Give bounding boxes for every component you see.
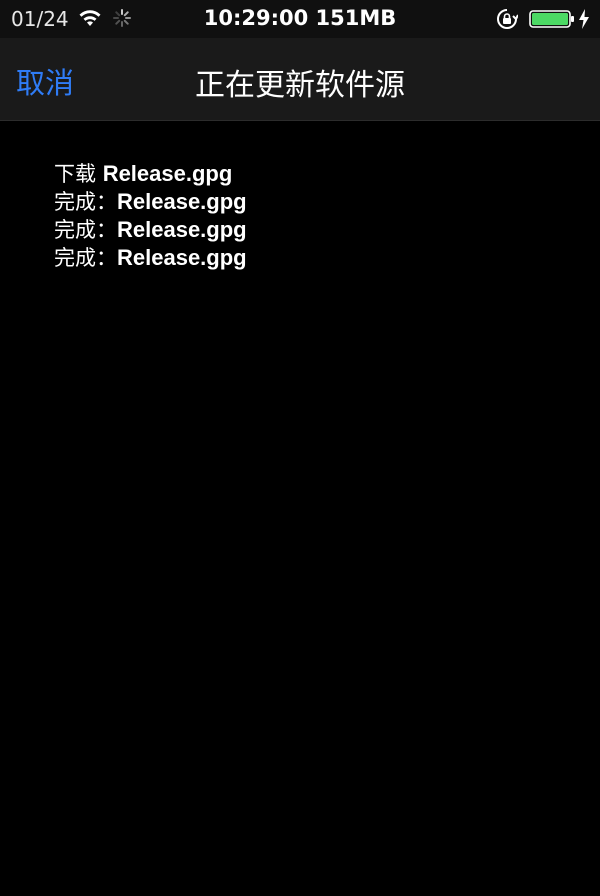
log-status: 完成： <box>54 218 117 242</box>
log-status: 下载 <box>54 162 103 186</box>
status-bar: 01/24 10:29:00 151MB <box>0 0 600 38</box>
charging-bolt-icon <box>579 9 589 29</box>
log-file: Release.gpg <box>117 245 247 270</box>
update-log: 下载 Release.gpg 完成：Release.gpg 完成：Release… <box>54 160 554 272</box>
log-line: 完成：Release.gpg <box>54 216 554 244</box>
log-status: 完成： <box>54 190 117 214</box>
log-line: 完成：Release.gpg <box>54 244 554 272</box>
battery-icon <box>529 10 574 28</box>
rotation-lock-icon <box>497 9 518 29</box>
log-file: Release.gpg <box>117 217 247 242</box>
log-line: 完成：Release.gpg <box>54 188 554 216</box>
log-status: 完成： <box>54 246 117 270</box>
log-line: 下载 Release.gpg <box>54 160 554 188</box>
page-title: 正在更新软件源 <box>195 68 405 103</box>
log-file: Release.gpg <box>102 161 233 186</box>
log-file: Release.gpg <box>117 189 247 214</box>
navigation-bar: 取消 正在更新软件源 <box>0 38 600 121</box>
